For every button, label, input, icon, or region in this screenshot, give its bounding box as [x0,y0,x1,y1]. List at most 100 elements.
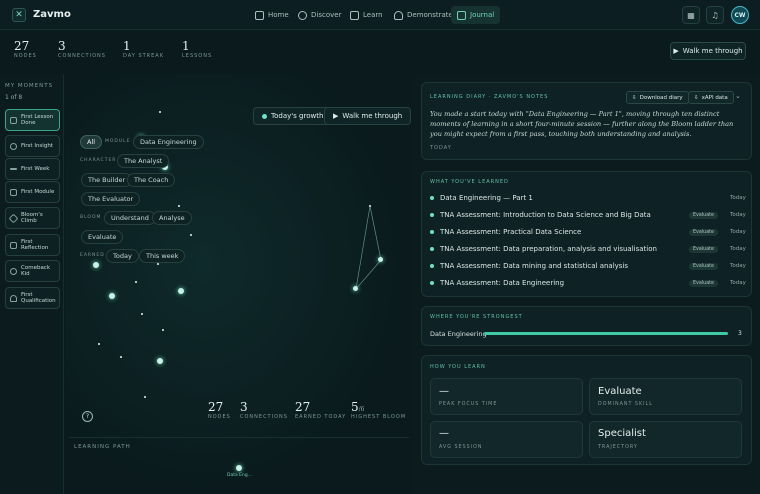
xapi-data-button[interactable]: ⇩ xAPI data [688,91,734,104]
dominant-skill-value: Evaluate [598,386,642,397]
moment-first-qualification[interactable]: First Qualification [5,287,60,309]
filter-module-data-engineering[interactable]: Data Engineering [133,135,204,149]
graph-node[interactable] [135,281,137,283]
filter-all-chip[interactable]: All [80,135,103,149]
graph-node[interactable] [178,205,180,207]
nav-home[interactable]: Home [249,6,295,24]
bullet-icon [430,281,434,285]
download-diary-label: Download diary [639,94,683,101]
learning-path-node[interactable] [236,465,242,471]
bullet-icon [430,230,434,234]
learned-item[interactable]: TNA Assessment: Data mining and statisti… [430,260,746,272]
stat-nodes: 27 NODES [14,39,37,59]
download-diary-button[interactable]: ⇩ Download diary [626,91,689,104]
learned-item[interactable]: Data Engineering — Part 1 Today [430,192,746,204]
help-icon[interactable]: ? [82,411,93,422]
learned-item[interactable]: TNA Assessment: Data preparation, analys… [430,243,746,255]
graph-node[interactable] [98,343,100,345]
graph-node[interactable] [178,288,184,294]
notifications-button[interactable]: ♫ [706,6,724,24]
moment-comeback-kid[interactable]: Comeback Kid [5,260,60,282]
moments-count: 1 of 8 [5,94,23,101]
graph-stat-connections-value: 3 [240,400,248,414]
avg-session-card: — AVG SESSION [430,421,583,458]
learned-item-when: Today [730,229,746,235]
avg-session-label: AVG SESSION [439,445,483,450]
graph-walk-me-through-button[interactable]: ▶ Walk me through [324,107,412,125]
moment-label: First Week [21,165,50,172]
learned-item[interactable]: TNA Assessment: Practical Data Science E… [430,226,746,238]
nav-learn-label: Learn [363,11,383,19]
learned-item[interactable]: TNA Assessment: Data Engineering Evaluat… [430,277,746,289]
stat-day-streak: 1 DAY STREAK [123,39,164,59]
qualification-icon [10,294,17,302]
graph-node[interactable] [190,234,192,236]
todays-growth-label: Today's growth [271,112,324,120]
filter-bloom-evaluate[interactable]: Evaluate [81,230,124,244]
download-icon: ⇩ [632,94,637,101]
stat-lessons-value: 1 [182,39,190,53]
filter-character-analyst[interactable]: The Analyst [117,154,170,168]
comeback-icon [10,267,17,275]
todays-growth-button[interactable]: Today's growth [253,107,333,125]
dominant-skill-card: Evaluate DOMINANT SKILL [589,378,742,415]
graph-node[interactable] [157,358,163,364]
moment-first-insight[interactable]: First Insight [5,135,60,157]
chevron-down-icon[interactable]: ⌄ [735,92,741,100]
stat-connections: 3 CONNECTIONS [58,39,106,59]
filter-character-evaluator[interactable]: The Evaluator [81,192,141,206]
play-icon: ▶ [673,47,679,55]
bloom-badge: Evaluate [689,245,718,253]
nav-demonstrate[interactable]: Demonstrate [388,6,459,24]
learned-item-text: TNA Assessment: Data Engineering [440,279,565,287]
growth-dot-icon [262,113,267,119]
learned-item-when: Today [730,263,746,269]
filter-character-coach[interactable]: The Coach [127,173,176,187]
trajectory-card: Specialist TRAJECTORY [589,421,742,458]
graph-node[interactable] [353,286,358,291]
filter-earned-this-week[interactable]: This week [139,249,186,263]
graph-node[interactable] [162,329,164,331]
graph-walk-label: Walk me through [342,112,403,120]
calendar-button[interactable]: ▦ [682,6,700,24]
moment-first-module[interactable]: First Module [5,181,60,203]
learned-item-when: Today [730,246,746,252]
graph-node[interactable] [144,396,146,398]
graph-node[interactable] [369,205,371,207]
moment-first-reflection[interactable]: First Reflection [5,234,60,256]
graph-node[interactable] [141,313,143,315]
journal-icon [457,10,466,20]
filter-bloom-understand[interactable]: Understand [104,211,156,225]
graph-stat-bloom-value: 5 [351,400,359,414]
what-you-learned-title: WHAT YOU'VE LEARNED [430,179,509,185]
filter-character-builder[interactable]: The Builder [81,173,133,187]
bullet-icon [430,247,434,251]
nav-learn[interactable]: Learn [344,6,389,24]
graph-node[interactable] [93,262,99,268]
walk-me-through-button[interactable]: ▶ Walk me through [670,42,746,60]
graph-stat-earned-today: 27 EARNED TODAY [295,400,346,420]
moment-blooms-climb[interactable]: Bloom's Climb [5,207,60,229]
filter-earned-today[interactable]: Today [106,249,139,263]
user-avatar[interactable]: CW [731,6,749,24]
nav-journal[interactable]: Journal [451,6,501,24]
graph-node[interactable] [120,356,122,358]
moment-first-week[interactable]: First Week [5,158,60,180]
brand-name: Zavmo [33,9,71,20]
strongest-skill-name: Data Engineering [430,330,487,338]
graph-node[interactable] [157,263,159,265]
zavmo-logo-icon[interactable]: ✕ [12,8,26,22]
filter-bloom-analyse[interactable]: Analyse [152,211,192,225]
graph-node[interactable] [109,293,115,299]
moment-label: First Lesson Done [21,113,54,127]
nav-discover[interactable]: Discover [292,6,347,24]
graph-node[interactable] [159,111,161,113]
stat-nodes-value: 27 [14,39,30,53]
moment-first-lesson-done[interactable]: First Lesson Done [5,109,60,131]
filter-bloom-label: BLOOM [80,215,102,220]
graph-node[interactable] [378,257,383,262]
bullet-icon [430,264,434,268]
strongest-bar-track [484,332,728,335]
filter-module-label: MODULE [105,139,131,144]
learned-item[interactable]: TNA Assessment: Introduction to Data Sci… [430,209,746,221]
